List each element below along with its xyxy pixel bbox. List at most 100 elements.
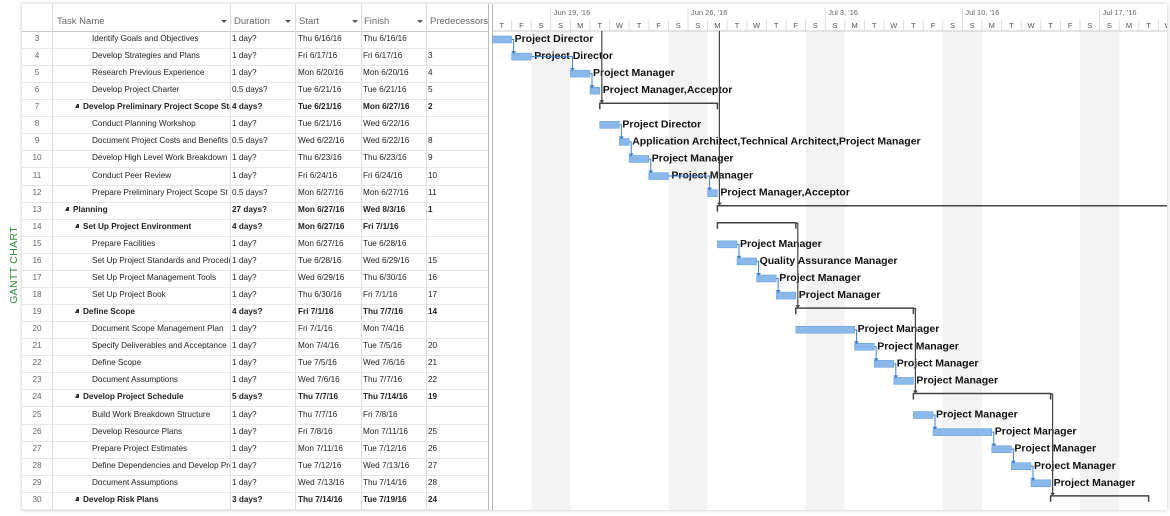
start-cell[interactable]: Wed 6/22/16 [298,136,360,145]
duration-cell[interactable]: 1 day? [232,68,294,77]
table-row[interactable]: 16 Set Up Project Standards and Procedure… [22,253,488,271]
finish-cell[interactable]: Thu 7/14/16 [363,392,425,401]
duration-cell[interactable]: 1 day? [232,444,294,453]
start-cell[interactable]: Wed 7/6/16 [298,375,360,384]
start-cell[interactable]: Wed 6/29/16 [298,273,360,282]
finish-cell[interactable]: Mon 6/27/16 [363,188,425,197]
task-name-cell[interactable]: Build Work Breakdown Structure [92,410,230,419]
task-name-cell[interactable]: Prepare Project Estimates [92,444,230,453]
finish-cell[interactable]: Wed 7/6/16 [363,358,425,367]
task-bar[interactable] [913,411,934,419]
duration-cell[interactable]: 1 day? [232,375,294,384]
table-row[interactable]: 30 Develop Risk Plans 3 days? Thu 7/14/16 Tu… [22,492,488,510]
collapse-triangle-icon[interactable] [75,394,79,399]
start-cell[interactable]: Mon 7/4/16 [298,341,360,350]
predecessors-cell[interactable]: 19 [428,392,486,401]
finish-cell[interactable]: Mon 7/11/16 [363,427,425,436]
task-bar[interactable] [756,274,777,283]
duration-cell[interactable]: 1 day? [232,358,294,367]
task-name-cell[interactable]: Develop High Level Work Breakdown [92,153,230,162]
finish-cell[interactable]: Fri 7/1/16 [363,290,425,299]
table-row[interactable]: 29 Document Assumptions 1 day? Wed 7/13/16 T… [22,475,488,493]
duration-cell[interactable]: 27 days? [232,205,294,214]
task-name-cell[interactable]: Set Up Project Management Tools [92,273,230,282]
predecessors-cell[interactable]: 24 [428,495,486,504]
start-cell[interactable]: Fri 7/8/16 [298,427,360,436]
collapse-triangle-icon[interactable] [75,104,79,109]
duration-cell[interactable]: 0.5 days? [232,188,294,197]
start-cell[interactable]: Thu 6/16/16 [298,34,360,43]
finish-cell[interactable]: Thu 7/7/16 [363,307,425,316]
table-row[interactable]: 9 Document Project Costs and Benefits 0.5 … [22,133,488,152]
finish-cell[interactable]: Mon 6/27/16 [363,102,425,111]
collapse-triangle-icon[interactable] [75,223,79,228]
dropdown-arrow-icon[interactable] [285,20,291,23]
task-bar[interactable] [717,240,738,249]
table-row[interactable]: 4 Develop Strategies and Plans 1 day? Fri 6… [22,48,488,67]
predecessors-cell[interactable]: 16 [428,273,486,282]
dropdown-arrow-icon[interactable] [352,20,358,23]
start-cell[interactable]: Thu 7/7/16 [298,392,360,401]
duration-cell[interactable]: 1 day? [232,273,294,282]
column-header-task-name[interactable]: Task Name [57,16,230,27]
task-name-cell[interactable]: Identify Goals and Objectives [92,34,230,43]
start-cell[interactable]: Mon 6/27/16 [298,222,360,231]
predecessors-cell[interactable]: 25 [428,427,486,436]
start-cell[interactable]: Tue 6/21/16 [298,119,360,128]
duration-cell[interactable]: 4 days? [232,102,294,111]
predecessors-cell[interactable]: 22 [428,375,486,384]
start-cell[interactable]: Wed 7/13/16 [298,478,360,487]
task-name-cell[interactable]: Conduct Planning Workshop [92,119,230,128]
finish-cell[interactable]: Thu 6/30/16 [363,273,425,282]
task-name-cell[interactable]: Develop Project Schedule [75,392,230,401]
table-row[interactable]: 28 Define Dependencies and Develop Projec… [22,458,488,476]
predecessors-cell[interactable]: 5 [428,85,486,94]
table-row[interactable]: 10 Develop High Level Work Breakdown 1 day… [22,150,488,169]
finish-cell[interactable]: Fri 6/17/16 [363,51,425,60]
task-name-cell[interactable]: Develop Resource Plans [92,427,230,436]
start-cell[interactable]: Fri 6/24/16 [298,171,360,180]
predecessors-cell[interactable]: 10 [428,171,486,180]
finish-cell[interactable]: Wed 7/13/16 [363,461,425,470]
predecessors-cell[interactable]: 3 [428,51,486,60]
task-name-cell[interactable]: Set Up Project Book [92,290,230,299]
predecessors-cell[interactable]: 14 [428,307,486,316]
table-row[interactable]: 6 Develop Project Charter 0.5 days? Tue 6/2… [22,82,488,101]
start-cell[interactable]: Mon 6/27/16 [298,188,360,197]
task-bar[interactable] [932,428,993,436]
duration-cell[interactable]: 1 day? [232,341,294,350]
finish-cell[interactable]: Mon 6/20/16 [363,68,425,77]
start-cell[interactable]: Mon 6/27/16 [298,205,360,214]
start-cell[interactable]: Thu 7/7/16 [298,410,360,419]
duration-cell[interactable]: 1 day? [232,153,294,162]
finish-cell[interactable]: Wed 8/3/16 [363,205,425,214]
task-bar[interactable] [599,121,620,129]
table-row[interactable]: 7 Develop Preliminary Project Scope Stat 4… [22,99,488,118]
predecessors-cell[interactable]: 4 [428,68,486,77]
column-header-start[interactable]: Start [299,16,361,27]
task-name-cell[interactable]: Document Assumptions [92,375,230,384]
duration-cell[interactable]: 1 day? [232,119,294,128]
start-cell[interactable]: Tue 7/12/16 [298,461,360,470]
task-name-cell[interactable]: Define Scope [75,307,230,316]
duration-cell[interactable]: 1 day? [232,427,294,436]
predecessors-cell[interactable]: 27 [428,461,486,470]
finish-cell[interactable]: Fri 7/8/16 [363,410,425,419]
table-row[interactable]: 25 Build Work Breakdown Structure 1 day? Th… [22,407,488,425]
predecessors-cell[interactable]: 26 [428,444,486,453]
table-row[interactable]: 26 Develop Resource Plans 1 day? Fri 7/8/16… [22,424,488,442]
task-name-cell[interactable]: Planning [65,205,230,214]
duration-cell[interactable]: 4 days? [232,307,294,316]
predecessors-cell[interactable]: 17 [428,290,486,299]
predecessors-cell[interactable]: 20 [428,341,486,350]
duration-cell[interactable]: 1 day? [232,34,294,43]
dropdown-arrow-icon[interactable] [221,20,227,23]
predecessors-cell[interactable]: 15 [428,256,486,265]
finish-cell[interactable]: Mon 7/4/16 [363,324,425,333]
finish-cell[interactable]: Fri 7/1/16 [363,222,425,231]
finish-cell[interactable]: Thu 7/7/16 [363,375,425,384]
predecessors-cell[interactable]: 2 [428,102,486,111]
task-bar[interactable] [736,257,757,266]
predecessors-cell[interactable]: 9 [428,153,486,162]
duration-cell[interactable]: 5 days? [232,392,294,401]
